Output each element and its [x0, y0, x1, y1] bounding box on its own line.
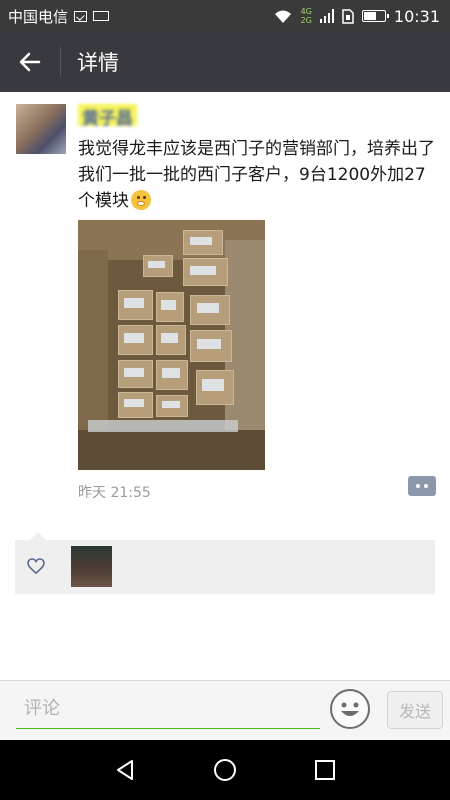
wifi-icon — [274, 10, 291, 23]
box-floor — [78, 430, 265, 470]
package — [156, 292, 184, 322]
keyboard-icon — [93, 11, 110, 21]
package — [183, 230, 223, 255]
emoji-button[interactable] — [330, 689, 370, 729]
sim-icon — [342, 8, 354, 24]
package — [118, 290, 153, 320]
arrow-left-icon — [19, 52, 41, 72]
package — [118, 360, 153, 388]
comment-menu-button[interactable] — [408, 476, 436, 496]
shy-smile-emoji-icon — [131, 190, 151, 210]
network-type: 4G 2G — [301, 7, 312, 25]
title-bar: 详情 — [0, 32, 450, 92]
likes-pointer — [30, 532, 46, 540]
nav-home-button[interactable] — [210, 755, 240, 785]
package — [196, 370, 234, 405]
package — [118, 392, 153, 418]
post-text: 我觉得龙丰应该是西门子的营销部门，培养出了我们一批一批的西门子客户，9台1200… — [78, 136, 438, 214]
dot — [424, 484, 428, 488]
nav-recents-button[interactable] — [310, 755, 340, 785]
likes-panel — [15, 540, 435, 594]
author-avatar[interactable] — [16, 104, 66, 154]
author-name[interactable]: 黄子昌 — [78, 104, 137, 129]
heart-icon — [27, 558, 45, 574]
status-bar: 中国电信 4G 2G 10:31 — [0, 0, 450, 32]
page-title: 详情 — [77, 51, 119, 75]
signal-icon — [319, 9, 334, 23]
package — [143, 255, 173, 277]
package — [156, 395, 188, 417]
package — [156, 360, 188, 390]
nav-back-button[interactable] — [110, 755, 140, 785]
package — [190, 330, 232, 362]
post-timestamp: 昨天 21:55 — [78, 485, 151, 501]
package — [156, 325, 186, 355]
send-button[interactable]: 发送 — [387, 691, 443, 729]
smiley-icon — [341, 702, 359, 716]
network-top-label: 4G — [300, 7, 312, 16]
carrier-label: 中国电信 — [8, 7, 69, 26]
package — [183, 258, 228, 286]
clock: 10:31 — [393, 6, 440, 26]
back-button[interactable] — [0, 32, 60, 92]
screenshot-icon — [74, 10, 88, 22]
system-nav-bar — [0, 740, 450, 800]
comment-input[interactable] — [16, 689, 320, 729]
battery-icon — [361, 10, 389, 22]
triangle-back-icon — [117, 760, 133, 780]
comment-bar: 发送 — [0, 680, 450, 740]
title-divider — [60, 47, 61, 77]
square-recents-icon — [315, 760, 335, 780]
dot — [416, 484, 420, 488]
liker-avatar[interactable] — [71, 546, 112, 587]
battery-level — [363, 12, 377, 20]
circle-home-icon — [214, 759, 236, 781]
packing-foam — [88, 420, 238, 432]
post-photo[interactable] — [78, 220, 265, 470]
network-bottom-label: 2G — [300, 16, 312, 25]
package — [190, 295, 230, 325]
package — [118, 325, 153, 355]
